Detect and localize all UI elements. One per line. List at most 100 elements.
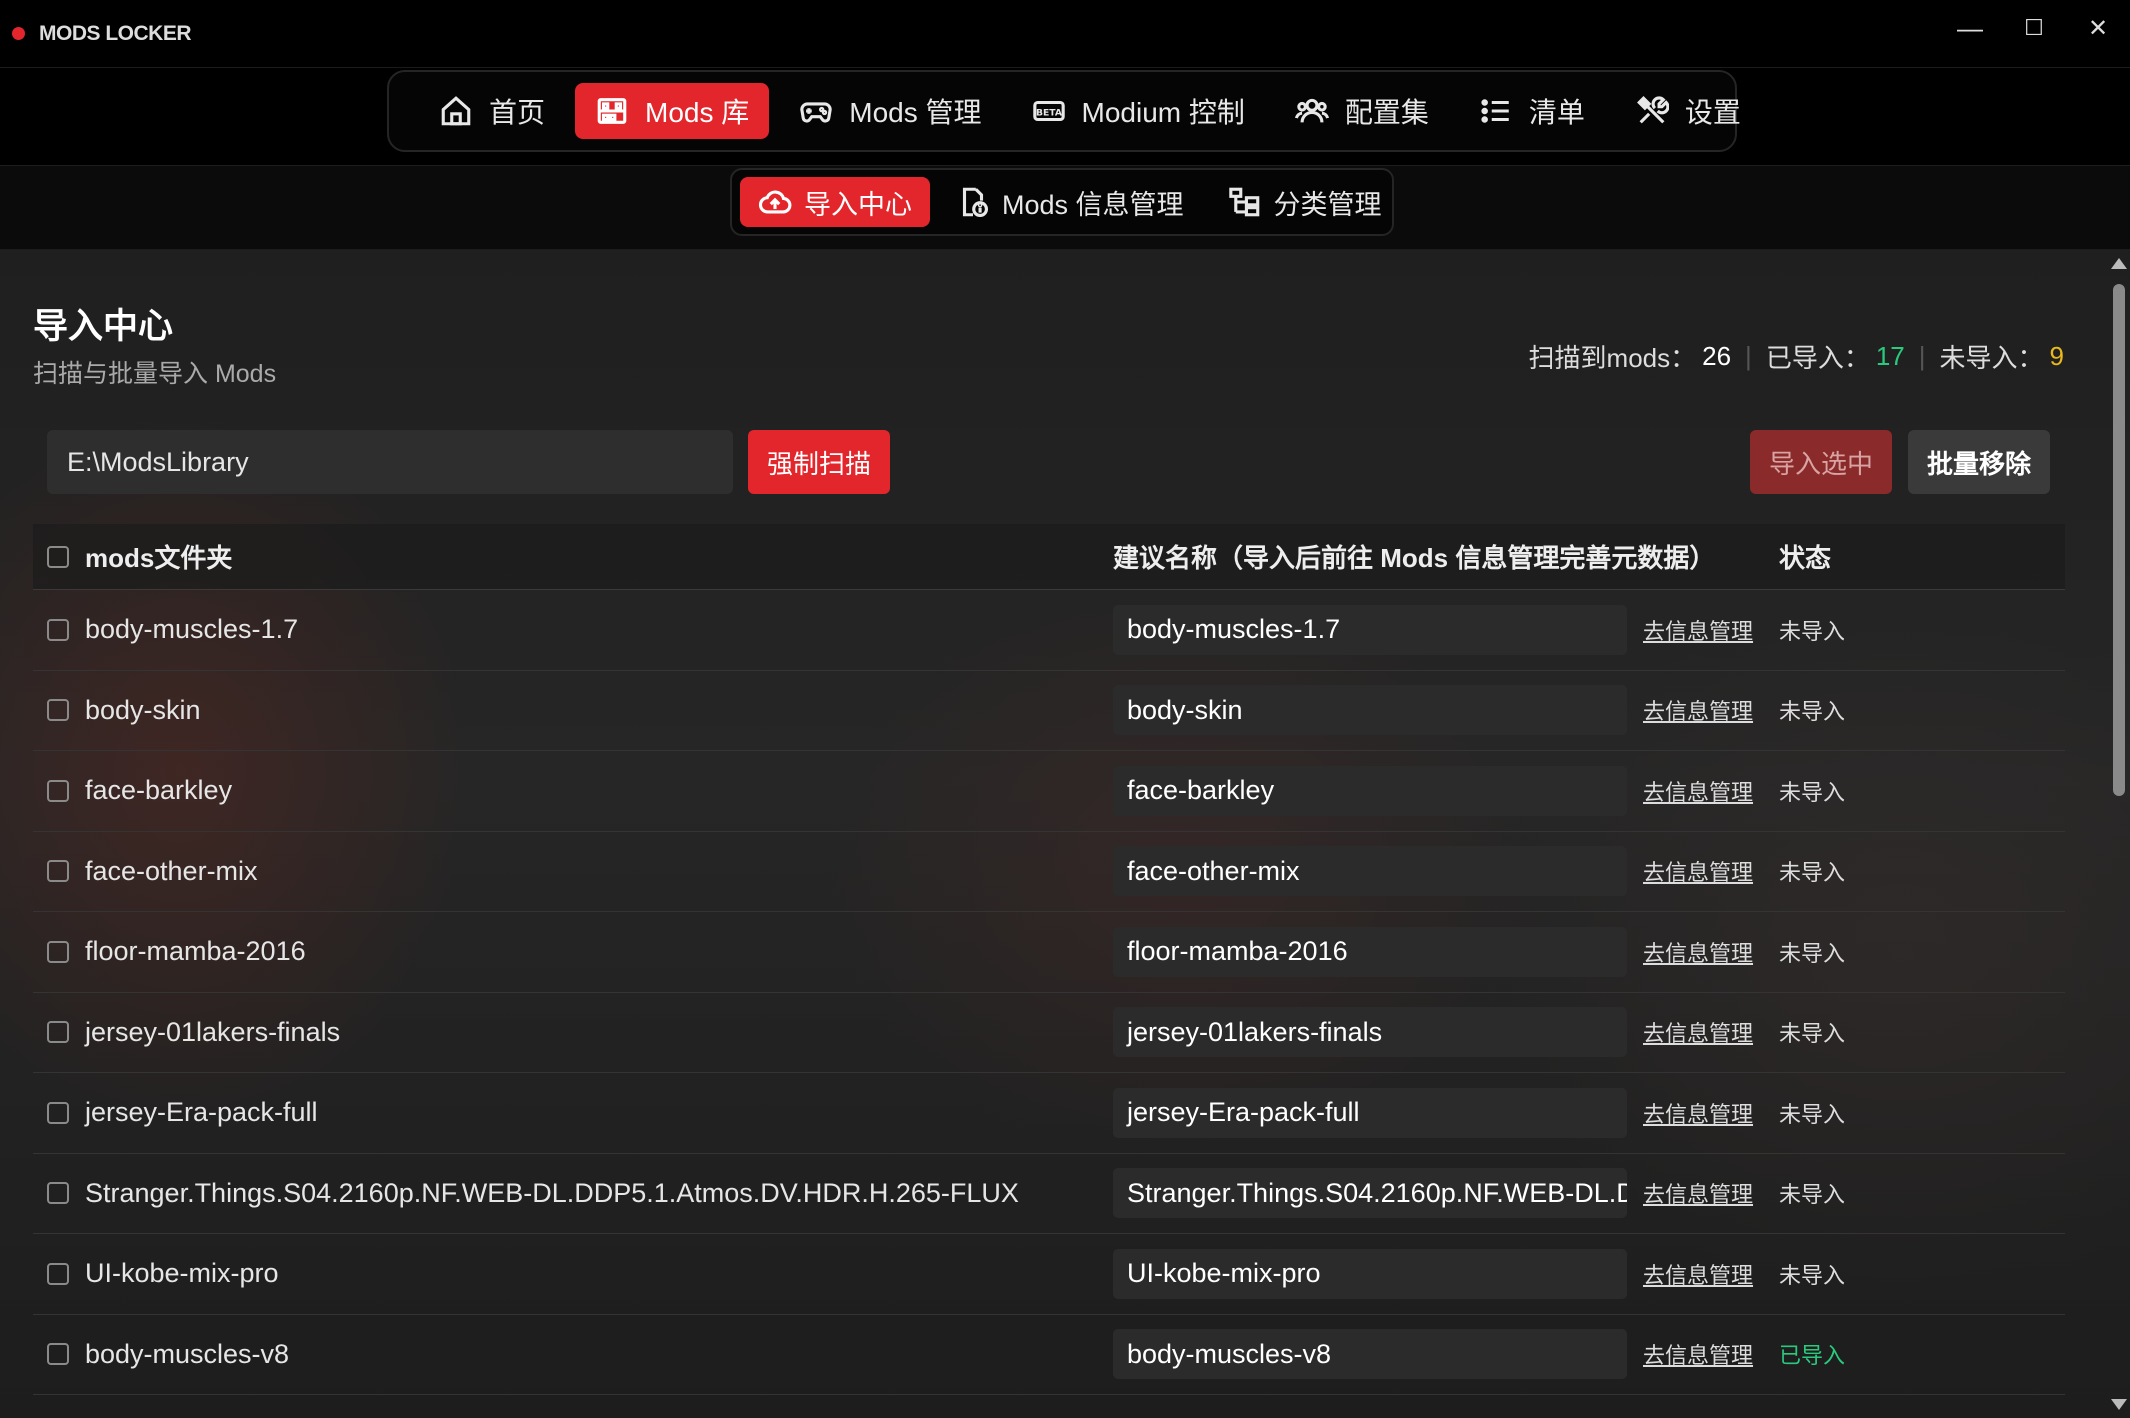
status-text: 未导入 — [1779, 1101, 1846, 1127]
table-row[interactable]: floor-mamba-2016 floor-mamba-2016 去信息管理 未导入 — [33, 912, 2065, 993]
stats-divider: | — [1745, 341, 1752, 371]
go-info-manage-link[interactable]: 去信息管理 — [1643, 1343, 1753, 1368]
force-scan-button[interactable]: 强制扫描 — [748, 430, 890, 494]
go-info-manage-link[interactable]: 去信息管理 — [1643, 1102, 1753, 1127]
folder-cell: body-muscles-1.7 — [33, 614, 1113, 645]
main-nav: 首页 Mods 库 Mods 管理 BETA Modium 控制 配置集 清单 … — [387, 70, 1741, 152]
status-text: 已导入 — [1779, 1343, 1846, 1369]
tools-icon — [1636, 96, 1669, 124]
app-logo-dot — [12, 27, 25, 40]
header-folder: mods文件夹 — [85, 543, 233, 573]
suggested-name-input[interactable]: jersey-Era-pack-full — [1113, 1087, 1627, 1138]
nav-home-label: 首页 — [489, 97, 546, 128]
go-info-manage-link[interactable]: 去信息管理 — [1643, 1263, 1753, 1288]
row-checkbox[interactable] — [47, 699, 69, 722]
table-row[interactable]: jersey-01lakers-finals jersey-01lakers-fi… — [33, 993, 2065, 1073]
close-button[interactable]: ✕ — [2066, 0, 2130, 56]
not-imported-label: 未导入： — [1939, 343, 2044, 373]
nav-checklist[interactable]: 清单 — [1459, 83, 1605, 139]
svg-text:BETA: BETA — [1036, 107, 1063, 118]
content-scrollbar[interactable] — [2106, 250, 2130, 1418]
suggested-name-input[interactable]: body-muscles-1.7 — [1113, 604, 1627, 655]
nav-modium-control[interactable]: BETA Modium 控制 — [1012, 83, 1265, 139]
row-checkbox[interactable] — [47, 1343, 69, 1366]
scroll-thumb[interactable] — [2113, 284, 2125, 796]
nav-settings[interactable]: 设置 — [1615, 83, 1761, 139]
header-status: 状态 — [1779, 543, 1832, 573]
go-info-manage-link[interactable]: 去信息管理 — [1643, 941, 1753, 966]
table-row[interactable]: UI-kobe-mix-pro UI-kobe-mix-pro 去信息管理 未导入 — [33, 1234, 2065, 1315]
link-cell: 去信息管理 — [1643, 1016, 1779, 1048]
subnav-import-center-label: 导入中心 — [804, 189, 912, 220]
go-info-manage-link[interactable]: 去信息管理 — [1643, 619, 1753, 644]
suggested-name-input[interactable]: Stranger.Things.S04.2160p.NF.WEB-DL.DDP5… — [1113, 1168, 1627, 1219]
row-checkbox[interactable] — [47, 1262, 69, 1285]
table-row[interactable]: face-other-mix face-other-mix 去信息管理 未导入 — [33, 832, 2065, 912]
link-cell: 去信息管理 — [1643, 775, 1779, 807]
status-text: 未导入 — [1779, 1182, 1846, 1208]
subnav-mods-info[interactable]: Mods 信息管理 — [938, 177, 1202, 227]
users-icon — [1294, 98, 1329, 123]
row-checkbox[interactable] — [47, 1021, 69, 1044]
suggested-name-cell: body-muscles-1.7 — [1113, 604, 1643, 655]
row-checkbox[interactable] — [47, 940, 69, 963]
table-row[interactable]: body-muscles-1.7 body-muscles-1.7 去信息管理 未导入 — [33, 590, 2065, 671]
nav-mods-library[interactable]: Mods 库 — [575, 83, 770, 139]
maximize-button[interactable]: ☐ — [2002, 0, 2066, 56]
table-row[interactable]: body-skin body-skin 去信息管理 未导入 — [33, 671, 2065, 751]
table-row[interactable]: Stranger.Things.S04.2160p.NF.WEB-DL.DDP5… — [33, 1154, 2065, 1234]
suggested-name-input[interactable]: body-skin — [1113, 685, 1627, 736]
window-controls: — ☐ ✕ — [1938, 0, 2130, 56]
link-cell: 去信息管理 — [1643, 855, 1779, 887]
row-checkbox[interactable] — [47, 1101, 69, 1124]
library-path-input[interactable] — [47, 430, 733, 494]
category-icon — [1228, 187, 1259, 217]
sub-nav-bar: 导入中心 Mods 信息管理 分类管理 — [0, 166, 2130, 250]
suggested-name-cell: Stranger.Things.S04.2160p.NF.WEB-DL.DDP5… — [1113, 1168, 1643, 1219]
import-selected-button[interactable]: 导入选中 — [1750, 430, 1892, 494]
home-icon — [441, 96, 471, 126]
nav-home[interactable]: 首页 — [419, 83, 565, 139]
suggested-name-cell: floor-mamba-2016 — [1113, 926, 1643, 977]
header-suggested-name: 建议名称（导入后前往 Mods 信息管理完善元数据） — [1113, 543, 1716, 573]
row-checkbox[interactable] — [47, 779, 69, 802]
scan-stats: 扫描到mods： 26 | 已导入： 17 | 未导入： 9 — [1529, 338, 2064, 375]
row-checkbox[interactable] — [47, 1182, 69, 1205]
subnav-import-center[interactable]: 导入中心 — [740, 177, 930, 227]
table-row[interactable]: body-muscles-v8 body-muscles-v8 去信息管理 已导入 — [33, 1315, 2065, 1395]
row-checkbox[interactable] — [47, 618, 69, 641]
table-row[interactable]: face-barkley face-barkley 去信息管理 未导入 — [33, 751, 2065, 832]
go-info-manage-link[interactable]: 去信息管理 — [1643, 860, 1753, 885]
suggested-name-input[interactable]: floor-mamba-2016 — [1113, 926, 1627, 977]
scroll-down-arrow-icon[interactable] — [2111, 1399, 2127, 1410]
library-icon — [597, 98, 627, 124]
status-text: 未导入 — [1779, 940, 1846, 966]
go-info-manage-link[interactable]: 去信息管理 — [1643, 1021, 1753, 1046]
suggested-name-input[interactable]: UI-kobe-mix-pro — [1113, 1248, 1627, 1299]
table-row[interactable]: jersey-Era-pack-full jersey-Era-pack-full… — [33, 1073, 2065, 1154]
imported-label: 已导入： — [1765, 343, 1870, 373]
suggested-name-input[interactable]: face-other-mix — [1113, 846, 1627, 897]
nav-mods-manage[interactable]: Mods 管理 — [779, 83, 1001, 139]
subnav-category[interactable]: 分类管理 — [1210, 177, 1400, 227]
suggested-name-input[interactable]: body-muscles-v8 — [1113, 1329, 1627, 1380]
batch-remove-button[interactable]: 批量移除 — [1908, 430, 2050, 494]
folder-name: face-barkley — [85, 775, 233, 806]
page-subtitle: 扫描与批量导入 Mods — [33, 360, 277, 388]
go-info-manage-link[interactable]: 去信息管理 — [1643, 780, 1753, 805]
go-info-manage-link[interactable]: 去信息管理 — [1643, 699, 1753, 724]
status-text: 未导入 — [1779, 860, 1846, 886]
folder-cell: face-barkley — [33, 775, 1113, 806]
status-text: 未导入 — [1779, 779, 1846, 805]
suggested-name-input[interactable]: jersey-01lakers-finals — [1113, 1007, 1627, 1058]
minimize-button[interactable]: — — [1938, 0, 2002, 56]
select-all-checkbox[interactable] — [47, 545, 69, 568]
row-checkbox[interactable] — [47, 860, 69, 883]
go-info-manage-link[interactable]: 去信息管理 — [1643, 1182, 1753, 1207]
nav-mods-library-label: Mods 库 — [645, 97, 750, 128]
suggested-name-cell: jersey-01lakers-finals — [1113, 1007, 1643, 1058]
scroll-up-arrow-icon[interactable] — [2111, 258, 2127, 269]
suggested-name-input[interactable]: face-barkley — [1113, 765, 1627, 816]
nav-profiles[interactable]: 配置集 — [1275, 83, 1449, 139]
folder-cell: body-muscles-v8 — [33, 1339, 1113, 1370]
